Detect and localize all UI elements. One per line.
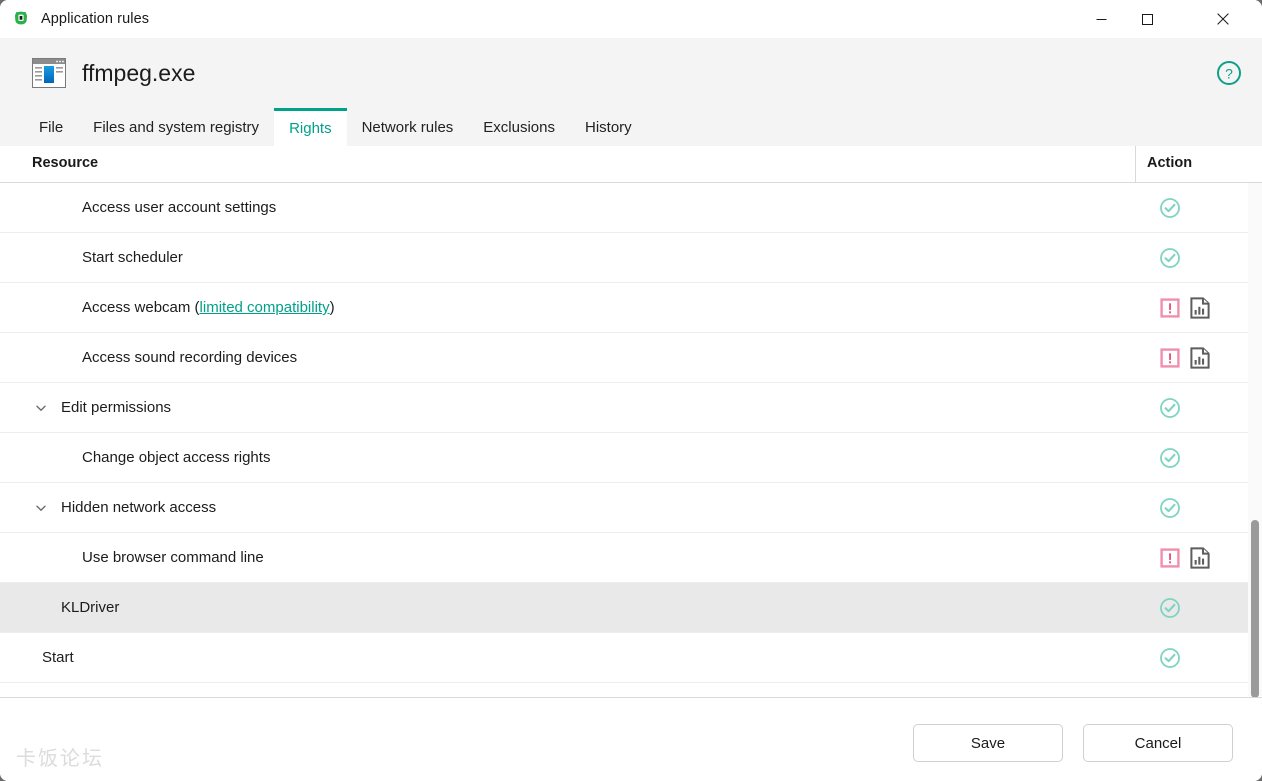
- row-actions: [1159, 433, 1181, 482]
- tab-label: File: [39, 118, 64, 136]
- column-header-action[interactable]: Action: [1147, 155, 1192, 171]
- row-label-text: Access sound recording devices: [82, 349, 298, 366]
- svg-text:?: ?: [1225, 66, 1233, 82]
- row-label: Use browser command line: [82, 549, 264, 566]
- row-label: Access user account settings: [82, 199, 276, 216]
- app-header: ffmpeg.exe ?: [0, 38, 1262, 108]
- table-row[interactable]: Access user account settings: [0, 183, 1262, 233]
- window-title: Application rules: [41, 11, 150, 27]
- row-label: Access sound recording devices: [82, 349, 297, 366]
- application-rules-window: Application rules ffmpeg.exe ? File File…: [0, 0, 1262, 781]
- kaspersky-shield-icon: [11, 9, 31, 29]
- row-label: Hidden network access: [61, 499, 216, 516]
- row-label-suffix: ): [329, 299, 335, 316]
- vertical-scrollbar-thumb[interactable]: [1251, 520, 1259, 698]
- table-row[interactable]: Edit permissions: [0, 383, 1262, 433]
- row-label: KLDriver: [61, 599, 119, 616]
- row-label-text: Start: [42, 649, 74, 666]
- forum-watermark: 卡饭论坛: [16, 748, 104, 770]
- table-row[interactable]: KLDriver: [0, 583, 1262, 633]
- row-label-text: Access user account settings: [82, 199, 277, 216]
- titlebar: Application rules: [0, 0, 1262, 39]
- table-row[interactable]: Start scheduler: [0, 233, 1262, 283]
- page-title: ffmpeg.exe: [82, 59, 196, 86]
- tab-history[interactable]: History: [570, 108, 647, 146]
- row-actions: [1159, 583, 1181, 632]
- application-window-icon: [32, 58, 66, 88]
- rights-table-body: Access user account settings Start schedu…: [0, 183, 1262, 696]
- row-actions: [1159, 233, 1181, 282]
- footer: Save Cancel: [0, 697, 1262, 781]
- row-actions: [1159, 533, 1210, 582]
- tab-exclusions[interactable]: Exclusions: [468, 108, 570, 146]
- row-actions: [1159, 483, 1181, 532]
- row-label-text: Hidden network access: [61, 499, 217, 516]
- report-chart-icon[interactable]: [1190, 296, 1210, 319]
- row-label-text: Edit permissions: [61, 399, 172, 416]
- prompt-warning-icon[interactable]: [1159, 347, 1181, 369]
- tab-network-rules[interactable]: Network rules: [347, 108, 469, 146]
- table-row[interactable]: Start: [0, 633, 1262, 683]
- row-label: Start scheduler: [82, 249, 183, 266]
- table-row-partial[interactable]: [0, 683, 1262, 696]
- prompt-warning-icon[interactable]: [1159, 297, 1181, 319]
- row-actions: [1159, 183, 1181, 232]
- minimize-icon[interactable]: [1078, 0, 1124, 38]
- row-label-text: Use browser command line: [82, 549, 264, 566]
- row-label-text: KLDriver: [61, 599, 120, 616]
- row-actions: [1159, 633, 1181, 682]
- allow-check-icon[interactable]: [1159, 497, 1181, 519]
- chevron-down-icon[interactable]: [34, 401, 48, 415]
- allow-check-icon[interactable]: [1159, 447, 1181, 469]
- table-row[interactable]: Access sound recording devices: [0, 333, 1262, 383]
- row-label: Start: [42, 649, 74, 666]
- tabstrip: File Files and system registry Rights Ne…: [0, 108, 1262, 146]
- tab-label: History: [585, 118, 632, 136]
- maximize-icon[interactable]: [1124, 0, 1170, 38]
- table-header: Resource Action: [0, 146, 1262, 183]
- row-label: Change object access rights: [82, 449, 270, 466]
- row-actions: [1159, 333, 1210, 382]
- report-chart-icon[interactable]: [1190, 546, 1210, 569]
- cancel-button[interactable]: Cancel: [1083, 724, 1233, 762]
- allow-check-icon[interactable]: [1159, 397, 1181, 419]
- chevron-down-icon[interactable]: [34, 501, 48, 515]
- row-label-text: Start scheduler: [82, 249, 183, 266]
- table-row[interactable]: Change object access rights: [0, 433, 1262, 483]
- row-actions: [1159, 283, 1210, 332]
- tab-files-and-system-registry[interactable]: Files and system registry: [78, 108, 274, 146]
- prompt-warning-icon[interactable]: [1159, 547, 1181, 569]
- tab-label: Exclusions: [483, 118, 555, 136]
- tab-file[interactable]: File: [24, 108, 78, 146]
- table-row[interactable]: Hidden network access: [0, 483, 1262, 533]
- limited-compatibility-link[interactable]: limited compatibility: [200, 299, 330, 316]
- table-row[interactable]: Access webcam (limited compatibility): [0, 283, 1262, 333]
- tab-label: Files and system registry: [93, 118, 260, 136]
- report-chart-icon[interactable]: [1190, 346, 1210, 369]
- row-label-text: Change object access rights: [82, 449, 271, 466]
- row-actions: [1159, 383, 1181, 432]
- save-button[interactable]: Save: [913, 724, 1063, 762]
- row-label-text: Access webcam (: [82, 299, 200, 316]
- tab-label: Network rules: [361, 118, 454, 136]
- allow-check-icon[interactable]: [1159, 597, 1181, 619]
- allow-check-icon[interactable]: [1159, 197, 1181, 219]
- allow-check-icon[interactable]: [1159, 247, 1181, 269]
- row-label: Access webcam (limited compatibility): [82, 299, 335, 316]
- column-divider: [1135, 146, 1136, 183]
- help-circle-icon[interactable]: ?: [1214, 58, 1244, 88]
- allow-check-icon[interactable]: [1159, 647, 1181, 669]
- row-label: Edit permissions: [61, 399, 171, 416]
- tab-rights[interactable]: Rights: [274, 108, 347, 146]
- close-icon[interactable]: [1200, 0, 1246, 38]
- table-row[interactable]: Use browser command line: [0, 533, 1262, 583]
- vertical-scrollbar-track[interactable]: [1248, 183, 1262, 698]
- column-header-resource[interactable]: Resource: [32, 155, 98, 171]
- tab-label: Rights: [289, 120, 332, 137]
